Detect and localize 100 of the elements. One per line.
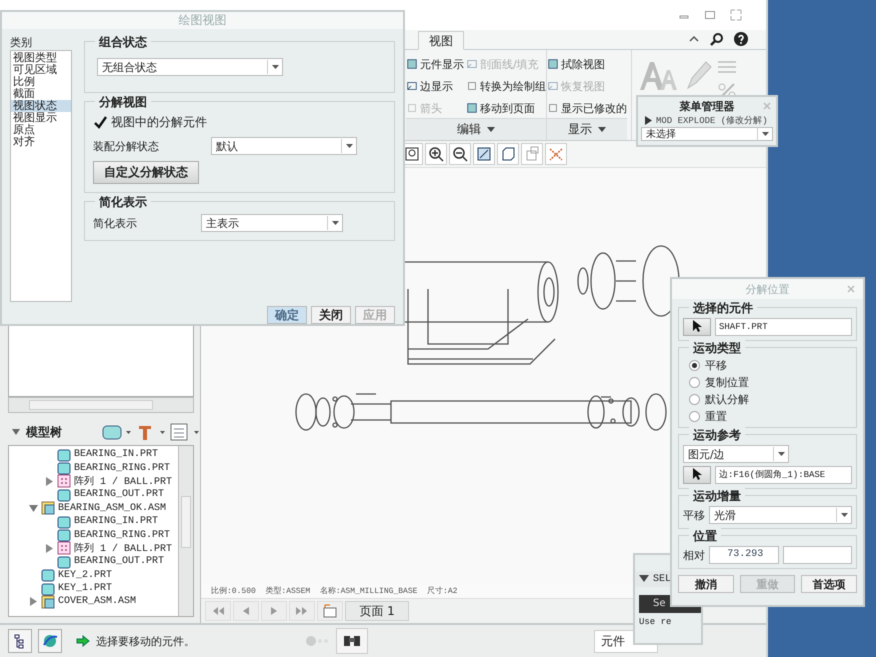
tree-item[interactable]: 阵列 1 / BALL.PRT xyxy=(74,474,172,488)
datum-display-button[interactable] xyxy=(545,143,567,165)
tree-item[interactable]: COVER_ASM.ASM xyxy=(58,596,136,608)
repaint-button[interactable] xyxy=(473,143,495,165)
tree-item[interactable]: BEARING_OUT.PRT xyxy=(74,489,164,500)
collapsed-arrow-icon[interactable] xyxy=(45,544,54,553)
value-field[interactable] xyxy=(782,546,852,564)
list-dropdown-icon[interactable] xyxy=(170,423,200,441)
tree-item[interactable]: KEY_2.PRT xyxy=(58,570,112,581)
settings-dropdown-icon[interactable] xyxy=(136,423,166,441)
restore-icon[interactable] xyxy=(704,9,716,21)
ribbon-command[interactable]: 移动到页面 xyxy=(466,98,546,118)
text-field[interactable]: SHAFT.PRT xyxy=(715,318,852,336)
caret-icon xyxy=(346,144,352,148)
menu-item[interactable]: MOD EXPLODE (修改分解) xyxy=(656,114,768,126)
increment-dropdown[interactable]: 光滑 xyxy=(709,506,852,524)
search-icon[interactable] xyxy=(710,32,724,46)
repaint-icon xyxy=(476,146,492,162)
menu-title: SEL xyxy=(653,574,672,584)
category-item[interactable]: 可见区域 xyxy=(11,64,71,76)
help-icon[interactable] xyxy=(734,32,748,46)
selection-dropdown[interactable]: 未选择 xyxy=(641,127,773,141)
radio-button[interactable] xyxy=(689,376,700,388)
zoom-in-button[interactable] xyxy=(425,143,447,165)
ribbon-command[interactable]: 拭除视图 xyxy=(547,54,627,74)
radio-button[interactable] xyxy=(689,410,700,422)
horizontal-scrollbar[interactable] xyxy=(8,397,194,413)
dialog-button[interactable]: 首选项 xyxy=(801,575,858,593)
next-page-button[interactable] xyxy=(261,601,287,621)
category-item[interactable]: 视图显示 xyxy=(11,112,71,124)
ribbon-command[interactable]: 转换为绘制组 xyxy=(466,76,546,96)
first-page-button[interactable] xyxy=(205,601,231,621)
tree-item[interactable]: BEARING_OUT.PRT xyxy=(74,556,164,568)
radio-button[interactable] xyxy=(689,360,700,370)
zoom-out-button[interactable] xyxy=(449,143,471,165)
group-title: 运动参考 xyxy=(689,427,745,444)
frame-icon xyxy=(547,80,559,92)
category-item[interactable]: 对齐 xyxy=(11,136,71,148)
browser-button[interactable] xyxy=(38,629,62,653)
collapsed-arrow-icon[interactable] xyxy=(45,476,54,486)
tree-item[interactable]: BEARING_IN.PRT xyxy=(74,449,158,460)
category-item[interactable]: 截面 xyxy=(11,88,71,100)
category-item[interactable]: 原点 xyxy=(11,124,71,136)
dialog-button[interactable]: 撤消 xyxy=(678,575,734,593)
tree-view-button[interactable] xyxy=(8,629,32,653)
maximize-icon[interactable] xyxy=(730,9,742,21)
ribbon-tab[interactable]: 视图 xyxy=(418,31,464,50)
radio-button[interactable] xyxy=(689,394,700,404)
pick-button[interactable] xyxy=(683,466,711,484)
value-field[interactable]: 73.293 xyxy=(709,546,778,564)
display-style-icon xyxy=(500,146,516,162)
tree-item[interactable]: BEARING_ASM_OK.ASM xyxy=(58,502,166,514)
category-item[interactable]: 比例 xyxy=(11,76,71,88)
dialog-button[interactable]: 确定 xyxy=(267,306,307,324)
tree-item[interactable]: 阵列 1 / BALL.PRT xyxy=(74,541,172,556)
display-style-button[interactable] xyxy=(497,143,519,165)
collapsed-arrow-icon[interactable] xyxy=(29,597,38,606)
tree-item[interactable]: KEY_1.PRT xyxy=(58,583,112,594)
group-menu-button[interactable]: 编辑 xyxy=(406,118,546,140)
dialog-title: 分解位置 xyxy=(746,282,790,296)
drawing-info-text: 比例:0.500 类型:ASSEM 名称:ASM_MILLING_BASE 尺寸:A2 xyxy=(210,586,458,598)
text-field[interactable]: 边:F16(倒圆角_1):BASE xyxy=(715,466,852,484)
ribbon-command[interactable]: 边显示 xyxy=(406,76,464,96)
globe-icon xyxy=(42,633,58,649)
category-item[interactable]: 视图类型 xyxy=(11,52,71,64)
dialog-button[interactable]: 关闭 xyxy=(311,306,351,324)
checkbox[interactable] xyxy=(93,116,107,130)
previous-page-button[interactable] xyxy=(233,601,259,621)
tree-item[interactable]: BEARING_RING.PRT xyxy=(74,462,170,474)
vertical-scrollbar[interactable] xyxy=(178,446,193,616)
caret-icon xyxy=(332,220,338,226)
tree-item[interactable]: BEARING_IN.PRT xyxy=(74,516,158,528)
display-dropdown-icon[interactable] xyxy=(102,423,132,441)
category-label: 类别 xyxy=(10,35,33,50)
pick-button[interactable] xyxy=(683,318,711,336)
ribbon-command[interactable]: 显示已修改的 xyxy=(547,98,627,118)
part-icon xyxy=(57,448,71,462)
explode-state-dropdown[interactable]: 默认 xyxy=(211,137,357,155)
collapse-arrow-icon[interactable] xyxy=(12,428,20,436)
cursor-icon xyxy=(692,319,702,333)
collapse-arrow-icon[interactable] xyxy=(639,575,649,583)
part-icon xyxy=(41,582,55,596)
custom-explode-button[interactable]: 自定义分解状态 xyxy=(93,161,199,184)
find-button[interactable] xyxy=(336,628,368,654)
caret-icon xyxy=(762,132,768,136)
tree-item[interactable]: BEARING_RING.PRT xyxy=(74,530,170,541)
datum-display-icon xyxy=(548,146,564,162)
page-tab[interactable]: 页面 1 xyxy=(345,601,409,621)
expand-arrow-icon[interactable] xyxy=(645,116,652,124)
last-page-button[interactable] xyxy=(289,601,315,621)
square-icon xyxy=(406,58,418,70)
group-menu-button[interactable]: 显示 xyxy=(547,118,627,140)
group-title: 位置 xyxy=(689,528,721,545)
expanded-arrow-icon[interactable] xyxy=(29,504,38,513)
category-item[interactable]: 视图状态 xyxy=(11,100,71,112)
representation-dropdown[interactable]: 主表示 xyxy=(201,214,343,232)
combined-state-dropdown[interactable]: 无组合状态 xyxy=(97,58,283,76)
new-page-button[interactable] xyxy=(317,601,343,621)
reference-type-dropdown[interactable]: 图元/边 xyxy=(683,445,789,463)
ribbon-command[interactable]: 元件显示 xyxy=(406,54,464,74)
